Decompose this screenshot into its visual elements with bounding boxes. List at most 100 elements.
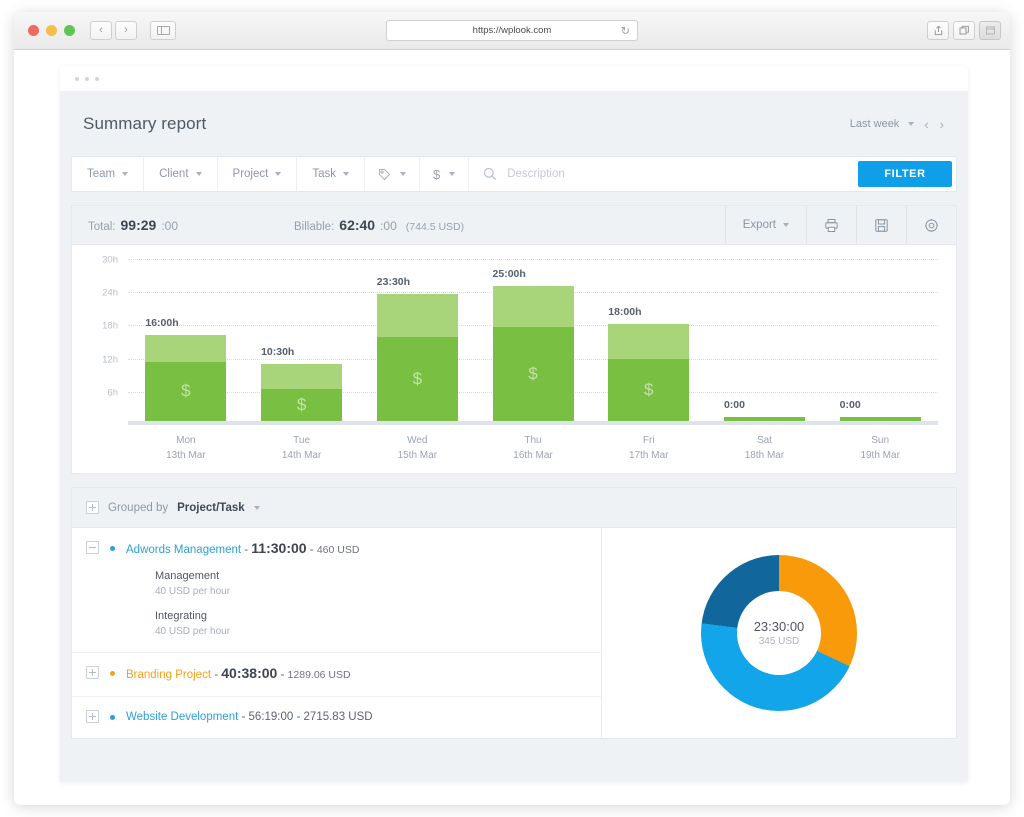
settings-button[interactable] bbox=[906, 206, 956, 244]
chart-bar[interactable]: 23:30h $ bbox=[376, 276, 458, 421]
date-range-selector[interactable]: Last week ‹ › bbox=[850, 117, 945, 132]
chevron-down-icon bbox=[449, 172, 456, 176]
app-dot-icon bbox=[95, 76, 99, 81]
filter-project[interactable]: Project bbox=[218, 157, 298, 191]
chart-baseline bbox=[128, 421, 938, 425]
task-name: Integrating bbox=[155, 610, 207, 622]
next-period-button[interactable]: › bbox=[939, 117, 945, 132]
export-label: Export bbox=[742, 219, 776, 231]
filter-team[interactable]: Team bbox=[72, 157, 145, 191]
breakdown-body: Adwords Management - 11:30:00 - 460 USD M… bbox=[72, 528, 956, 738]
collapse-project-button[interactable] bbox=[86, 541, 99, 554]
chart-bar[interactable]: 25:00h $ bbox=[492, 268, 574, 421]
export-button[interactable]: Export bbox=[724, 206, 806, 244]
chart-y-tick-label: 6h bbox=[107, 387, 118, 399]
chart-card: Total: 99:29:00 Billable: 62:40:00 (744.… bbox=[71, 205, 957, 474]
expand-project-button[interactable] bbox=[86, 666, 99, 679]
chart-bar-column[interactable]: 16:00h $ bbox=[128, 259, 244, 421]
chevron-down-icon[interactable] bbox=[253, 505, 260, 510]
reload-icon[interactable]: ↻ bbox=[621, 24, 630, 37]
chart-x-date: 13th Mar bbox=[166, 450, 206, 461]
chart-bar[interactable]: 10:30h $ bbox=[261, 346, 343, 421]
donut-chart: 23:30:00 345 USD bbox=[701, 555, 857, 711]
chart-bar-column[interactable]: 25:00h $ bbox=[475, 259, 591, 421]
maximize-window-button[interactable] bbox=[64, 25, 75, 36]
chart-x-tick: Sat 18th Mar bbox=[707, 433, 823, 463]
tabs-overview-icon[interactable] bbox=[953, 21, 975, 40]
billable-amount: (744.5 USD) bbox=[405, 221, 465, 233]
chart-bar-value-label: 0:00 bbox=[723, 399, 745, 411]
chart-bar-value-label: 0:00 bbox=[839, 399, 861, 411]
chart-x-day: Fri bbox=[642, 435, 655, 446]
filter-button[interactable]: FILTER bbox=[858, 161, 952, 187]
project-name[interactable]: Adwords Management bbox=[126, 544, 241, 556]
chart-bar-column[interactable]: 18:00h $ bbox=[591, 259, 707, 421]
bar-chart: 6h 12h 18h 24h 30h 16:00h $10:30h $23:30h $25:0… bbox=[72, 245, 956, 473]
filter-team-label: Team bbox=[87, 168, 116, 180]
filter-client-label: Client bbox=[159, 168, 189, 180]
share-icon[interactable] bbox=[927, 21, 949, 40]
donut-center-amount: 345 USD bbox=[758, 636, 800, 647]
address-bar[interactable]: https://wplook.com ↻ bbox=[386, 20, 638, 41]
filter-task[interactable]: Task bbox=[297, 157, 365, 191]
search-field-wrapper[interactable] bbox=[469, 157, 854, 191]
page-header: Summary report Last week ‹ › bbox=[71, 92, 957, 156]
close-window-button[interactable] bbox=[28, 25, 39, 36]
expand-all-button[interactable] bbox=[86, 501, 99, 514]
date-range-label: Last week bbox=[849, 118, 900, 130]
chevron-down-icon[interactable] bbox=[908, 122, 915, 126]
back-button[interactable]: ‹ bbox=[90, 21, 112, 40]
project-name[interactable]: Branding Project bbox=[126, 669, 211, 681]
filter-tag[interactable] bbox=[365, 157, 420, 191]
minimize-window-button[interactable] bbox=[46, 25, 57, 36]
chart-x-date: 14th Mar bbox=[281, 450, 322, 461]
project-time: 40:38:00 bbox=[221, 665, 278, 681]
chevron-down-icon bbox=[783, 223, 789, 227]
filter-project-label: Project bbox=[232, 168, 269, 180]
search-input[interactable] bbox=[507, 168, 840, 180]
previous-period-button[interactable]: ‹ bbox=[923, 117, 929, 132]
new-tab-icon[interactable] bbox=[979, 21, 1001, 40]
filter-task-label: Task bbox=[312, 168, 336, 180]
chart-bar-column[interactable]: 10:30h $ bbox=[244, 259, 360, 421]
chart-x-day: Mon bbox=[176, 435, 196, 446]
chart-bar-segment-billable: $ bbox=[492, 326, 574, 421]
chart-bar-value-label: 10:30h bbox=[261, 346, 295, 359]
chart-bar-column[interactable]: 0:00 bbox=[822, 259, 938, 421]
chart-x-date: 15th Mar bbox=[397, 450, 438, 461]
chart-bar[interactable]: 16:00h $ bbox=[145, 317, 227, 421]
browser-window: ‹ › https://wplook.com ↻ Summary report … bbox=[14, 12, 1010, 805]
print-button[interactable] bbox=[806, 206, 856, 244]
chart-bar-segment-billable: $ bbox=[608, 358, 690, 421]
chart-x-tick: Wed 15th Mar bbox=[359, 433, 475, 463]
expand-project-button[interactable] bbox=[86, 710, 99, 723]
dollar-icon: $ bbox=[432, 166, 441, 182]
filter-client[interactable]: Client bbox=[144, 157, 218, 191]
chart-x-tick: Sun 19th Mar bbox=[822, 433, 938, 463]
chart-bar-column[interactable]: 0:00 bbox=[707, 259, 823, 421]
task-item[interactable]: Management 40 USD per hour bbox=[155, 569, 359, 599]
chevron-down-icon bbox=[275, 172, 282, 176]
task-rate: 40 USD per hour bbox=[155, 586, 231, 597]
sidebar-toggle-icon[interactable] bbox=[150, 21, 176, 40]
app-dot-icon bbox=[75, 76, 79, 81]
project-row[interactable]: Branding Project - 40:38:00 - 1289.06 US… bbox=[72, 652, 601, 696]
save-button[interactable] bbox=[856, 206, 906, 244]
filter-billable[interactable]: $ bbox=[420, 157, 470, 191]
chart-bar-column[interactable]: 23:30h $ bbox=[359, 259, 475, 421]
project-list: Adwords Management - 11:30:00 - 460 USD M… bbox=[72, 528, 602, 738]
project-row[interactable]: Website Development - 56:19:00 - 2715.83… bbox=[72, 696, 601, 738]
billable-dollar-icon: $ bbox=[181, 381, 191, 401]
window-controls[interactable] bbox=[28, 25, 75, 36]
chart-bar-value-label: 23:30h bbox=[376, 276, 411, 289]
forward-button[interactable]: › bbox=[115, 21, 137, 40]
chart-x-axis: Mon 13th Mar Tue 14th Mar Wed 15th Mar Thu 16th… bbox=[128, 433, 938, 463]
billable-dollar-icon: $ bbox=[296, 394, 307, 414]
chart-bar[interactable]: 18:00h $ bbox=[608, 306, 690, 421]
project-row[interactable]: Adwords Management - 11:30:00 - 460 USD M… bbox=[72, 528, 601, 652]
donut-center: 23:30:00 345 USD bbox=[737, 591, 821, 675]
chart-x-date: 16th Mar bbox=[513, 450, 553, 461]
project-title-line: Adwords Management - 11:30:00 - 460 USD bbox=[126, 540, 360, 557]
task-item[interactable]: Integrating 40 USD per hour bbox=[155, 609, 359, 639]
project-name[interactable]: Website Development bbox=[126, 711, 238, 723]
